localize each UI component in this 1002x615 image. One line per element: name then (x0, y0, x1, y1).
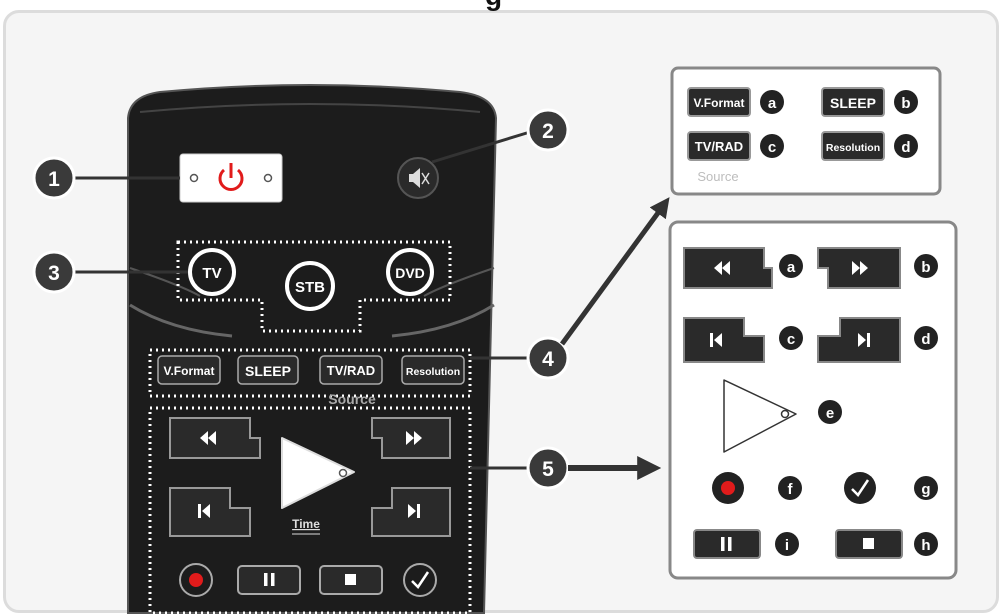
svg-text:b: b (921, 259, 930, 276)
panel-resolution-key: Resolution (821, 131, 885, 161)
stop-icon (345, 574, 356, 585)
panel-stop-key (835, 529, 903, 559)
fast-forward-button[interactable] (371, 417, 451, 459)
detail-panel-function-keys: V.Format a SLEEP b TV/RAD c Resolution d… (670, 66, 942, 196)
stb-label: STB (295, 279, 325, 296)
svg-text:5: 5 (542, 458, 554, 481)
svg-text:c: c (768, 139, 776, 156)
letter-b-badge: b (894, 90, 918, 114)
mute-button[interactable] (397, 157, 439, 199)
tv-source-button[interactable]: TV (188, 248, 236, 296)
svg-text:TV/RAD: TV/RAD (695, 139, 743, 154)
letter-c-badge: c (760, 134, 784, 158)
svg-text:c: c (787, 331, 795, 348)
svg-text:SLEEP: SLEEP (245, 363, 291, 379)
letter-h-badge: h (914, 532, 938, 556)
letter-c-badge: c (779, 326, 803, 350)
panel-pause-key (693, 529, 761, 559)
dvd-label: DVD (395, 265, 425, 281)
letter-i-badge: i (775, 532, 799, 556)
tvrad-key[interactable]: TV/RAD (319, 355, 383, 385)
power-button[interactable] (179, 153, 283, 203)
svg-text:b: b (901, 95, 910, 112)
svg-text:1: 1 (48, 168, 60, 191)
confirm-button[interactable] (403, 563, 437, 597)
panel-source-label: Source (697, 169, 738, 184)
sleep-key[interactable]: SLEEP (237, 355, 299, 385)
source-label: Source (328, 391, 376, 407)
letter-d-badge: d (894, 134, 918, 158)
record-button[interactable] (179, 563, 213, 597)
svg-text:g: g (921, 481, 930, 498)
letter-d-badge: d (914, 326, 938, 350)
callout-5: 5 (526, 446, 570, 490)
svg-text:d: d (901, 139, 910, 156)
panel-rewind-key (683, 247, 773, 289)
tv-label: TV (202, 265, 221, 282)
panel-record-key (712, 472, 744, 504)
panel-fast-forward-key (817, 247, 901, 289)
detail-panel-playback-keys: a b c d e f g i h (668, 220, 958, 580)
callout-2: 2 (526, 108, 570, 152)
svg-text:V.Format: V.Format (694, 96, 745, 110)
letter-g-badge: g (914, 476, 938, 500)
panel-vformat-key: V.Format (687, 87, 751, 117)
svg-text:a: a (768, 95, 777, 112)
rewind-button[interactable] (169, 417, 261, 459)
panel-sleep-key: SLEEP (821, 87, 885, 117)
stb-source-button[interactable]: STB (285, 261, 335, 311)
callout-3: 3 (32, 250, 76, 294)
stop-button[interactable] (319, 565, 383, 595)
svg-text:SLEEP: SLEEP (830, 95, 876, 111)
panel-tvrad-key: TV/RAD (687, 131, 751, 161)
svg-text:Resolution: Resolution (406, 366, 460, 378)
stop-icon (863, 538, 874, 549)
svg-text:d: d (921, 331, 930, 348)
record-icon (721, 481, 735, 495)
resolution-key[interactable]: Resolution (401, 355, 465, 385)
letter-f-badge: f (778, 476, 802, 500)
callout-1: 1 (32, 156, 76, 200)
letter-b-badge: b (914, 254, 938, 278)
svg-text:4: 4 (542, 348, 554, 371)
svg-text:Resolution: Resolution (826, 142, 880, 154)
time-label: Time (292, 517, 320, 531)
svg-text:3: 3 (48, 262, 60, 285)
svg-text:h: h (921, 537, 930, 554)
svg-text:e: e (826, 405, 834, 422)
svg-text:TV/RAD: TV/RAD (327, 363, 375, 378)
remote-diagram: TV STB DVD V.Format SLEEP TV/RAD Resolut… (32, 66, 958, 615)
letter-a-badge: a (760, 90, 784, 114)
pause-button[interactable] (237, 565, 301, 595)
letter-a-badge: a (779, 254, 803, 278)
svg-text:i: i (785, 537, 789, 554)
svg-text:V.Format: V.Format (164, 364, 215, 378)
record-icon (189, 573, 203, 587)
vformat-key[interactable]: V.Format (157, 355, 221, 385)
letter-e-badge: e (818, 400, 842, 424)
panel-confirm-key (844, 472, 876, 504)
svg-text:2: 2 (542, 120, 554, 143)
svg-text:a: a (787, 259, 796, 276)
dvd-source-button[interactable]: DVD (386, 248, 434, 296)
